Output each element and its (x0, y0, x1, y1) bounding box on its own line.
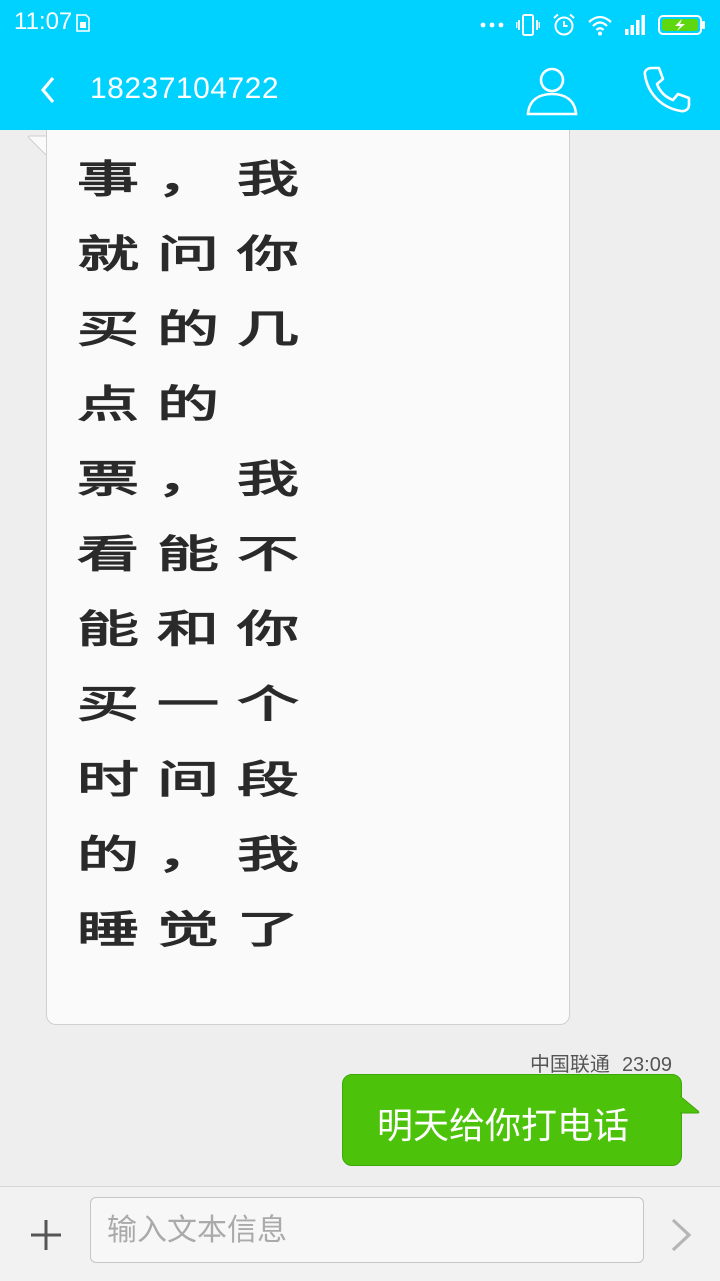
status-bar: 11:07 (0, 0, 720, 50)
incoming-line: 睡觉了 (77, 906, 318, 953)
message-thread[interactable]: 没 事，我 就问你 买的几 点的 票，我 看能不 能和你 买一个 时间段 的，我… (0, 130, 720, 1186)
incoming-line: 就问你 (77, 231, 318, 277)
status-icons (480, 10, 706, 40)
outgoing-message-bubble[interactable]: 明天给你打电话 (342, 1074, 682, 1166)
battery-charging-icon (658, 15, 705, 35)
message-time: 23:09 (621, 1054, 672, 1076)
incoming-line: 没 (77, 130, 547, 156)
signal-icon (625, 15, 645, 35)
sim-card-icon (76, 14, 90, 32)
send-arrow-icon[interactable] (668, 1217, 694, 1253)
incoming-message-text: 没 事，我 就问你 买的几 点的 票，我 看能不 能和你 买一个 时间段 的，我… (77, 130, 547, 981)
outgoing-message-text: 明天给你打电话 (377, 1106, 630, 1147)
contact-number-title: 18237104722 (90, 72, 280, 105)
phone-call-icon[interactable] (640, 64, 692, 116)
incoming-line: 事，我 (77, 156, 318, 202)
incoming-line: 的，我 (77, 831, 318, 878)
incoming-line: 点的 (77, 381, 238, 427)
incoming-line: 时间段 (77, 756, 318, 803)
wifi-icon (588, 15, 612, 36)
status-time: 11:07 (14, 8, 73, 35)
contact-person-icon[interactable] (524, 62, 580, 118)
plus-attach-icon[interactable] (28, 1217, 64, 1253)
incoming-line: 看能不 (77, 531, 318, 577)
alarm-icon (553, 13, 575, 36)
message-input[interactable] (90, 1197, 644, 1263)
incoming-line: 能和你 (77, 606, 318, 653)
more-dots-icon (480, 22, 504, 28)
message-meta: 中国联通 23:09 (530, 1048, 672, 1077)
incoming-line: 买一个 (77, 681, 318, 728)
back-arrow-icon[interactable] (36, 74, 60, 106)
carrier-label: 中国联通 (529, 1054, 610, 1076)
incoming-line: 票，我 (77, 456, 318, 502)
app-bar: 18237104722 (0, 50, 720, 130)
composer-bar (0, 1186, 720, 1281)
incoming-message-bubble[interactable]: 没 事，我 就问你 买的几 点的 票，我 看能不 能和你 买一个 时间段 的，我… (46, 130, 570, 1025)
vibrate-icon (516, 14, 540, 36)
outgoing-bubble-tail (680, 1095, 700, 1114)
incoming-line: 买的几 (77, 306, 318, 352)
